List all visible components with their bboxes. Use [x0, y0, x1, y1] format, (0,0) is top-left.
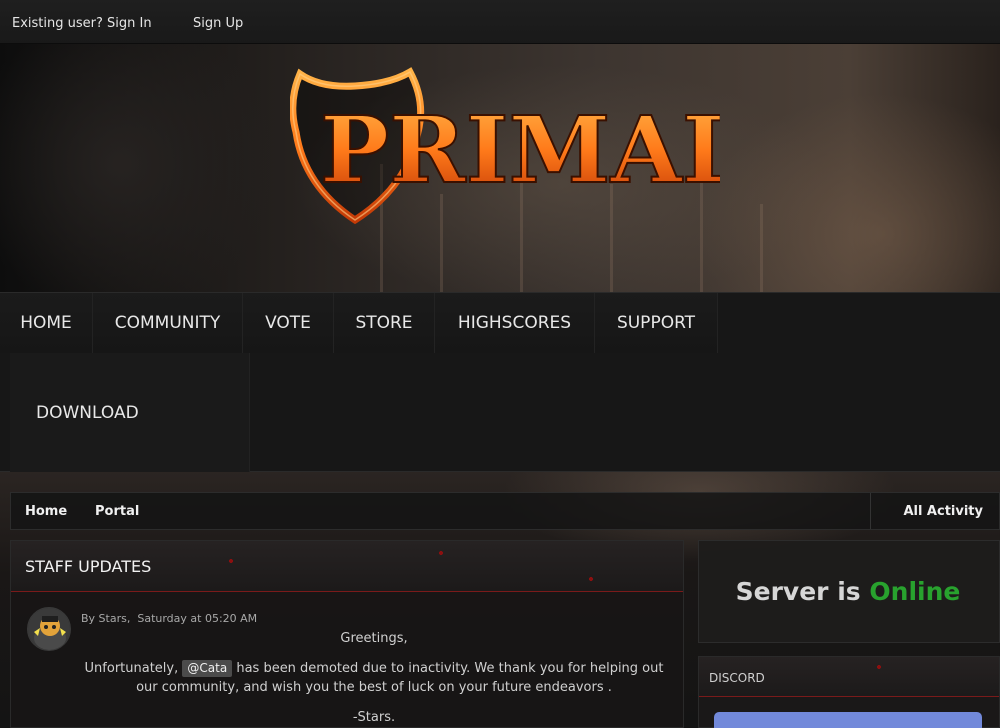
nav-download[interactable]: DOWNLOAD	[10, 353, 250, 473]
post-meta: By Stars, Saturday at 05:20 AM	[81, 612, 257, 625]
breadcrumb: Home Portal All Activity	[10, 492, 1000, 530]
sign-up-link[interactable]: Sign Up	[193, 16, 243, 31]
discord-title: DISCORD	[709, 671, 765, 685]
sign-in-link[interactable]: Existing user? Sign In	[12, 16, 152, 31]
site-banner: PRIMAL	[0, 44, 1000, 292]
staff-updates-panel: STAFF UPDATES By Stars, Saturday at 05:2…	[10, 540, 684, 728]
staff-updates-title: STAFF UPDATES	[25, 557, 152, 576]
post-text-before-mention: Unfortunately,	[84, 661, 179, 676]
avatar-image	[28, 608, 70, 650]
top-bar: Existing user? Sign In Sign Up	[0, 0, 1000, 44]
post-body: Greetings, Unfortunately, @Cata has been…	[75, 629, 673, 728]
post-paragraph: Unfortunately, @Cata has been demoted du…	[75, 659, 673, 697]
breadcrumb-divider	[870, 493, 871, 529]
breadcrumb-portal[interactable]: Portal	[95, 504, 139, 519]
staff-updates-header: STAFF UPDATES	[11, 541, 683, 592]
discord-header: DISCORD	[699, 657, 999, 697]
server-status-prefix: Server is	[735, 577, 861, 606]
nav-home[interactable]: HOME	[0, 293, 93, 353]
logo-text: PRIMAL	[320, 96, 720, 204]
post-date: Saturday at 05:20 AM	[137, 612, 258, 625]
nav-support[interactable]: SUPPORT	[595, 293, 718, 353]
all-activity-link[interactable]: All Activity	[903, 504, 983, 519]
nav-community[interactable]: COMMUNITY	[93, 293, 243, 353]
post-author[interactable]: By Stars,	[81, 612, 130, 625]
avatar[interactable]	[27, 607, 71, 651]
nav-highscores[interactable]: HIGHSCORES	[435, 293, 595, 353]
discord-widget[interactable]	[714, 712, 982, 728]
post-greeting: Greetings,	[340, 631, 408, 646]
nav-vote[interactable]: VOTE	[243, 293, 334, 353]
primal-logo[interactable]: PRIMAL	[290, 66, 720, 251]
main-nav: HOME COMMUNITY VOTE STORE HIGHSCORES SUP…	[0, 292, 1000, 473]
server-status-value: Online	[869, 577, 961, 606]
nav-store[interactable]: STORE	[334, 293, 435, 353]
post-signoff: -Stars.	[352, 710, 396, 725]
server-status-panel: Server is Online	[698, 540, 1000, 643]
user-mention[interactable]: @Cata	[182, 660, 233, 677]
server-status: Server is Online	[699, 577, 997, 606]
breadcrumb-home[interactable]: Home	[25, 504, 67, 519]
